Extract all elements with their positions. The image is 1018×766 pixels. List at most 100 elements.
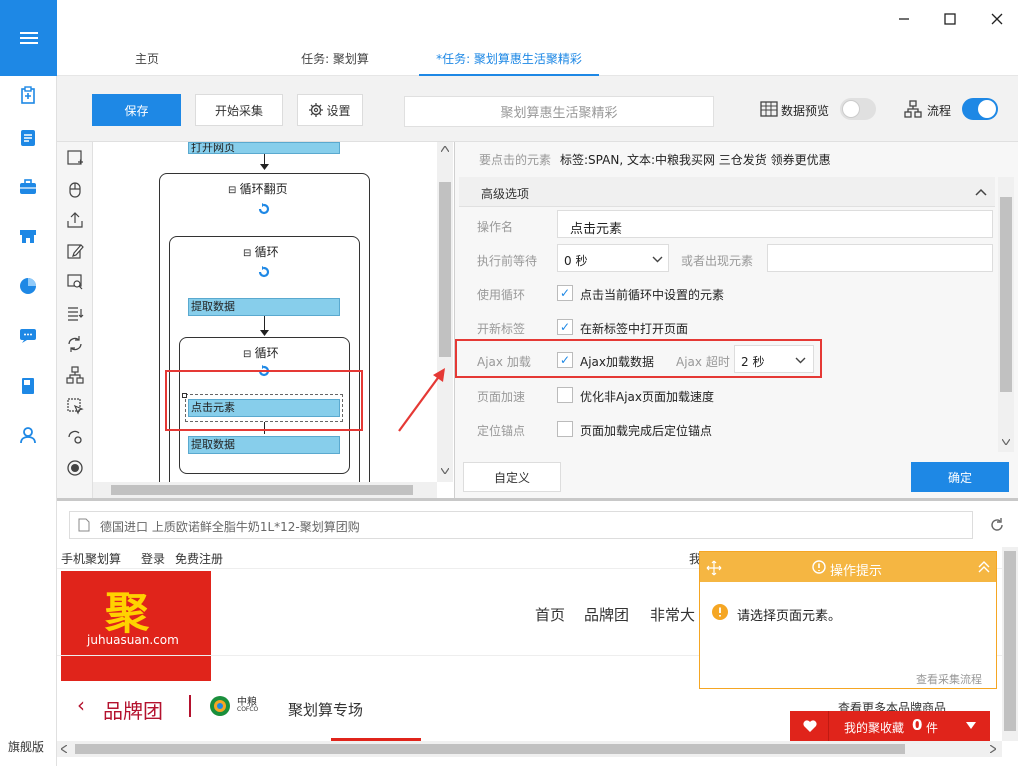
sidebar: 旗舰版 [0, 0, 57, 766]
arrow-head-icon [260, 330, 269, 336]
ajax-highlight-box [455, 339, 822, 378]
reload-icon[interactable] [989, 517, 1005, 533]
page-speed-checkbox[interactable] [557, 387, 573, 403]
close-icon [991, 13, 1003, 25]
minimize-button[interactable] [889, 6, 919, 32]
custom-button[interactable]: 自定义 [463, 462, 561, 492]
loop-icon[interactable] [65, 334, 85, 354]
pointer-arrow [398, 368, 445, 432]
message-icon[interactable] [14, 322, 42, 350]
anchor-label: 定位锚点 [477, 424, 526, 438]
caret-down-icon [966, 722, 976, 729]
browser-vscroll[interactable] [1002, 547, 1018, 741]
wait-select[interactable]: 0 秒 [557, 244, 669, 272]
upload-icon[interactable] [65, 210, 85, 230]
anchor-checkbox[interactable] [557, 421, 573, 437]
list-icon[interactable] [65, 303, 85, 323]
site-logo[interactable]: 聚 juhuasuan.com [61, 571, 211, 681]
brand-back-arrow[interactable]: ‹ [77, 693, 85, 717]
user-icon[interactable] [14, 421, 42, 449]
menu-button[interactable] [0, 0, 57, 76]
maximize-icon [944, 13, 956, 25]
browser-hscroll[interactable] [57, 741, 1002, 757]
use-loop-checkbox[interactable]: ✓ [557, 285, 573, 301]
login-link[interactable]: 登录 [141, 550, 165, 567]
save-button[interactable]: 保存 [92, 94, 181, 126]
mouse-click-icon[interactable] [65, 179, 85, 199]
mobile-juhuasuan-link[interactable]: 手机聚划算 [61, 550, 121, 567]
open-page-node[interactable]: 打开网页 [188, 142, 340, 154]
nav-very-big[interactable]: 非常大 [650, 604, 695, 625]
loop-page-label[interactable]: ⊟ 循环翻页 [228, 180, 288, 197]
ok-button[interactable]: 确定 [911, 462, 1009, 492]
add-step-icon[interactable] [65, 148, 85, 168]
settings-label: 设置 [326, 103, 351, 118]
new-tab-checkbox[interactable]: ✓ [557, 319, 573, 335]
page-speed-text: 优化非Ajax页面加载速度 [580, 390, 714, 404]
briefcase-icon[interactable] [14, 173, 42, 201]
anchor-text: 页面加载完成后定位锚点 [580, 424, 713, 438]
data-preview-label: 数据预览 [781, 104, 830, 118]
tab-task-juhuasuan[interactable]: 任务: 聚划算 [285, 50, 385, 67]
advanced-options-label: 高级选项 [481, 187, 530, 201]
new-tab-text: 在新标签中打开页面 [580, 322, 689, 336]
appear-element-input[interactable] [767, 244, 993, 272]
close-button[interactable] [982, 6, 1012, 32]
chevron-down-icon [652, 256, 663, 263]
nav-brand[interactable]: 品牌团 [584, 604, 629, 625]
store-icon[interactable] [14, 222, 42, 250]
new-task-icon[interactable] [14, 81, 42, 109]
document-icon[interactable] [14, 124, 42, 152]
chevron-up-icon [975, 188, 987, 196]
brand-special-label: 聚划算专场 [288, 701, 364, 719]
extract-data-node[interactable]: 提取数据 [188, 298, 340, 316]
hint-header[interactable]: 操作提示 [700, 552, 996, 582]
version-label: 旗舰版 [8, 740, 45, 754]
flow-toggle[interactable] [962, 98, 998, 120]
refresh-gear-icon[interactable] [65, 427, 85, 447]
op-name-input[interactable]: 点击元素 [557, 210, 993, 238]
workflow-panel: 打开网页 ⊟ 循环翻页 ⊟ 循环 提取数据 ⊟ 循环 点击元素 提取数据 [57, 142, 455, 503]
workflow-hscroll[interactable] [93, 482, 437, 498]
settings-button[interactable]: 设置 [297, 94, 363, 126]
properties-vscroll[interactable] [998, 177, 1014, 452]
loop-refresh-icon [258, 203, 270, 215]
url-bar[interactable]: 德国进口 上质欧诺鲜全脂牛奶1L*12-聚划算团购 [69, 511, 973, 539]
loop-refresh-icon [258, 266, 270, 278]
title-bar [57, 0, 1018, 40]
branch-icon[interactable] [65, 365, 85, 385]
page-icon [78, 518, 90, 532]
toolbar: 保存 开始采集 设置 聚划算惠生活聚精彩 数据预览 流程 [57, 76, 1018, 142]
select-cursor-icon[interactable] [65, 396, 85, 416]
view-flow-link[interactable]: 查看采集流程 [916, 671, 982, 687]
task-name-input[interactable]: 聚划算惠生活聚精彩 [404, 96, 714, 127]
brand-title: 品牌团 [103, 699, 163, 723]
tab-home[interactable]: 主页 [117, 50, 177, 67]
tab-task-active[interactable]: *任务: 聚划算惠生活聚精彩 [419, 50, 599, 67]
start-collect-button[interactable]: 开始采集 [195, 94, 283, 126]
register-link[interactable]: 免费注册 [175, 550, 223, 567]
flow-label: 流程 [927, 104, 952, 118]
search-image-icon[interactable] [65, 272, 85, 292]
extract-data-node[interactable]: 提取数据 [188, 436, 340, 454]
loop-label-2[interactable]: ⊟ 循环 [243, 344, 279, 361]
favorites-bar[interactable]: 我的聚收藏 0 件 [790, 711, 990, 741]
info-icon [812, 560, 826, 574]
workflow-toolbox [57, 142, 93, 498]
op-name-label: 操作名 [477, 220, 514, 234]
move-icon[interactable] [706, 560, 722, 576]
collapse-icon[interactable] [978, 560, 990, 574]
tab-bar: 主页 任务: 聚划算 *任务: 聚划算惠生活聚精彩 [57, 40, 1018, 76]
highlight-box [165, 370, 363, 431]
operation-hint-popup: 操作提示 请选择页面元素。 查看采集流程 [699, 551, 997, 689]
advanced-options-header[interactable]: 高级选项 [459, 177, 995, 207]
new-tab-label: 开新标签 [477, 322, 526, 336]
book-icon[interactable] [14, 372, 42, 400]
stop-icon[interactable] [65, 458, 85, 478]
loop-label-1[interactable]: ⊟ 循环 [243, 243, 279, 260]
maximize-button[interactable] [935, 6, 965, 32]
pie-chart-icon[interactable] [14, 272, 42, 300]
edit-icon[interactable] [65, 241, 85, 261]
nav-home[interactable]: 首页 [535, 604, 565, 625]
data-preview-toggle[interactable] [840, 98, 876, 120]
